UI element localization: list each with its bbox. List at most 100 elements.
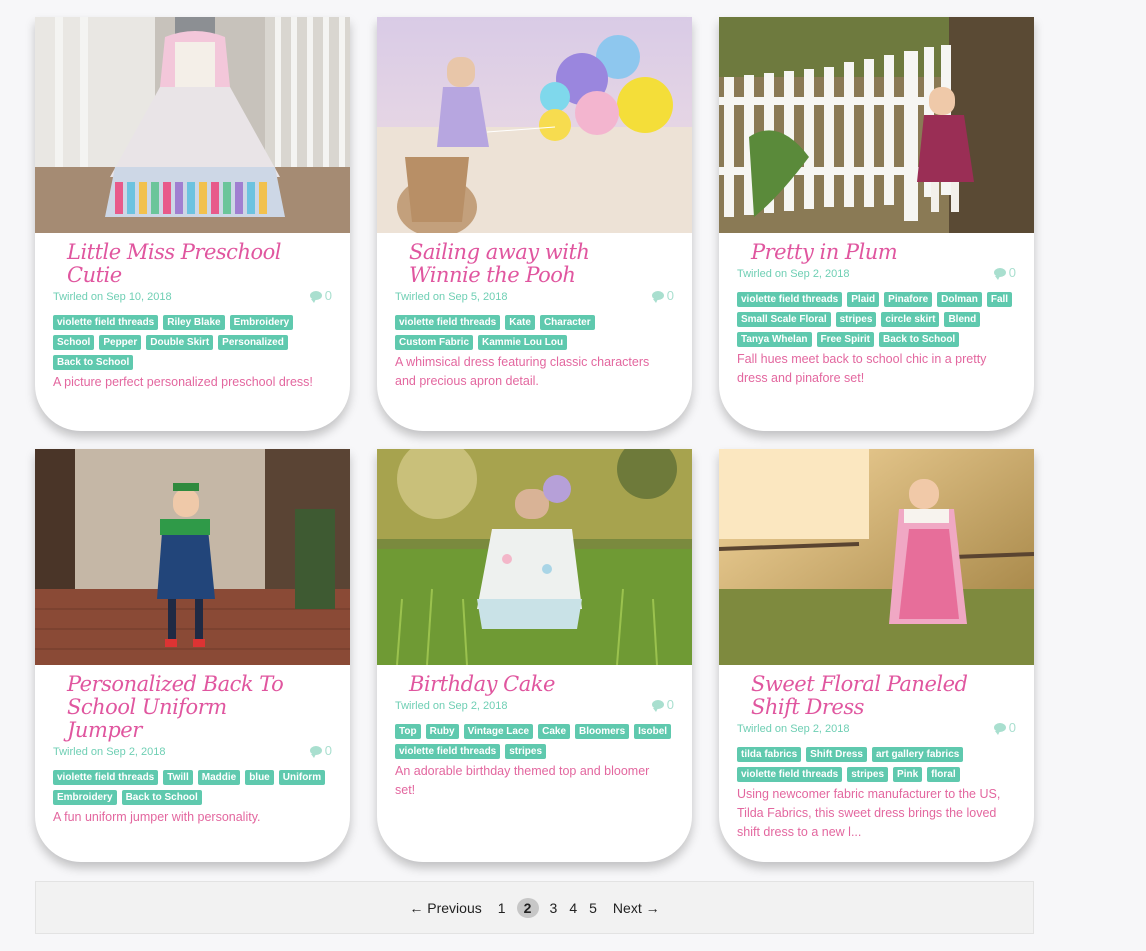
meadow-birthday-image: [377, 449, 692, 665]
comment-icon: [651, 700, 664, 712]
tag-list: violette field threads Plaid Pinafore Do…: [737, 292, 1017, 347]
comment-count[interactable]: 0: [309, 288, 332, 303]
tag[interactable]: Double Skirt: [146, 335, 214, 350]
post-title[interactable]: Little Miss Preschool Cutie: [67, 241, 332, 287]
post-excerpt: A picture perfect personalized preschool…: [53, 375, 313, 389]
post-date: Twirled on Sep 10, 2018: [53, 291, 172, 303]
page-link-4[interactable]: 4: [568, 900, 578, 916]
tag[interactable]: violette field threads: [395, 315, 501, 330]
sunset-field-image: [719, 449, 1034, 665]
tag[interactable]: Bloomers: [575, 724, 630, 739]
tag[interactable]: Pepper: [99, 335, 142, 350]
previous-page-link[interactable]: ← Previous: [408, 900, 482, 916]
tag[interactable]: Riley Blake: [163, 315, 225, 330]
tag-list: Top Ruby Vintage Lace Cake Bloomers Isob…: [395, 724, 675, 759]
dress-photo-image: [35, 17, 350, 233]
post-excerpt: Fall hues meet back to school chic in a …: [737, 352, 987, 385]
tag-list: violette field threads Kate Character Cu…: [395, 315, 675, 350]
picket-fence-image: [719, 17, 1034, 233]
comment-count[interactable]: 0: [309, 743, 332, 758]
page-link-3[interactable]: 3: [549, 900, 559, 916]
page-link-5[interactable]: 5: [588, 900, 598, 916]
post-card: Sweet Floral Paneled Shift Dress Twirled…: [719, 449, 1034, 862]
next-page-link[interactable]: Next →: [612, 900, 661, 916]
porch-jumper-image: [35, 449, 350, 665]
post-date: Twirled on Sep 5, 2018: [395, 291, 508, 303]
tag[interactable]: blue: [245, 770, 274, 785]
tag[interactable]: Tanya Whelan: [737, 332, 812, 347]
post-title[interactable]: Personalized Back To School Uniform Jump…: [67, 673, 332, 742]
tag[interactable]: stripes: [505, 744, 547, 759]
tag[interactable]: floral: [927, 767, 960, 782]
tag[interactable]: Fall: [986, 292, 1013, 307]
comment-icon: [309, 746, 322, 758]
comment-count[interactable]: 0: [651, 288, 674, 303]
tag[interactable]: Cake: [538, 724, 571, 739]
tag[interactable]: violette field threads: [53, 315, 159, 330]
tag[interactable]: Pinafore: [884, 292, 933, 307]
tag[interactable]: Back to School: [878, 332, 960, 347]
tag[interactable]: School: [53, 335, 95, 350]
beach-balloons-image: [377, 17, 692, 233]
tag-list: tilda fabrics Shift Dress art gallery fa…: [737, 747, 1017, 782]
tag[interactable]: Blend: [944, 312, 981, 327]
tag[interactable]: Uniform: [278, 770, 326, 785]
post-card: Little Miss Preschool Cutie Twirled on S…: [35, 17, 350, 431]
post-date: Twirled on Sep 2, 2018: [53, 746, 166, 758]
tag[interactable]: Character: [539, 315, 595, 330]
comment-count[interactable]: 0: [993, 720, 1016, 735]
tag[interactable]: Back to School: [53, 355, 134, 370]
tag[interactable]: Personalized: [218, 335, 288, 350]
tag[interactable]: Custom Fabric: [395, 335, 474, 350]
post-card: Personalized Back To School Uniform Jump…: [35, 449, 350, 862]
post-date: Twirled on Sep 2, 2018: [737, 723, 850, 735]
post-date: Twirled on Sep 2, 2018: [737, 268, 850, 280]
tag[interactable]: violette field threads: [53, 770, 159, 785]
tag[interactable]: Free Spirit: [816, 332, 874, 347]
tag[interactable]: Kammie Lou Lou: [478, 335, 568, 350]
post-title[interactable]: Pretty in Plum: [751, 241, 1016, 264]
tag-list: violette field threads Twill Maddie blue…: [53, 770, 333, 805]
tag[interactable]: Embroidery: [229, 315, 294, 330]
tag[interactable]: Back to School: [121, 790, 202, 805]
tag[interactable]: circle skirt: [881, 312, 940, 327]
post-thumbnail[interactable]: [377, 17, 692, 233]
tag[interactable]: violette field threads: [395, 744, 501, 759]
tag[interactable]: Plaid: [847, 292, 880, 307]
post-excerpt: A whimsical dress featuring classic char…: [395, 355, 650, 388]
tag[interactable]: Maddie: [197, 770, 241, 785]
tag[interactable]: Pink: [893, 767, 923, 782]
tag[interactable]: stripes: [835, 312, 877, 327]
tag[interactable]: violette field threads: [737, 767, 843, 782]
post-grid: Little Miss Preschool Cutie Twirled on S…: [35, 17, 1035, 862]
tag[interactable]: tilda fabrics: [737, 747, 802, 762]
tag[interactable]: Shift Dress: [806, 747, 867, 762]
tag[interactable]: Isobel: [634, 724, 672, 739]
tag[interactable]: stripes: [847, 767, 889, 782]
post-thumbnail[interactable]: [35, 17, 350, 233]
tag[interactable]: violette field threads: [737, 292, 843, 307]
comment-count[interactable]: 0: [993, 265, 1016, 280]
tag[interactable]: Embroidery: [53, 790, 117, 805]
tag[interactable]: Small Scale Floral: [737, 312, 831, 327]
tag[interactable]: Top: [395, 724, 421, 739]
post-thumbnail[interactable]: [719, 17, 1034, 233]
tag[interactable]: Vintage Lace: [463, 724, 534, 739]
page-link-1[interactable]: 1: [497, 900, 507, 916]
tag-list: violette field threads Riley Blake Embro…: [53, 315, 333, 370]
comment-count[interactable]: 0: [651, 697, 674, 712]
post-excerpt: A fun uniform jumper with personality.: [53, 810, 261, 824]
post-title[interactable]: Sweet Floral Paneled Shift Dress: [751, 673, 1016, 719]
tag[interactable]: Twill: [163, 770, 193, 785]
current-page: 2: [516, 897, 539, 918]
tag[interactable]: Kate: [505, 315, 535, 330]
pagination: ← Previous 1 2 3 4 5 Next →: [35, 881, 1034, 934]
tag[interactable]: Dolman: [937, 292, 982, 307]
tag[interactable]: Ruby: [425, 724, 459, 739]
post-thumbnail[interactable]: [377, 449, 692, 665]
post-title[interactable]: Sailing away with Winnie the Pooh: [409, 241, 674, 287]
tag[interactable]: art gallery fabrics: [871, 747, 964, 762]
post-title[interactable]: Birthday Cake: [409, 673, 674, 696]
post-thumbnail[interactable]: [719, 449, 1034, 665]
post-thumbnail[interactable]: [35, 449, 350, 665]
